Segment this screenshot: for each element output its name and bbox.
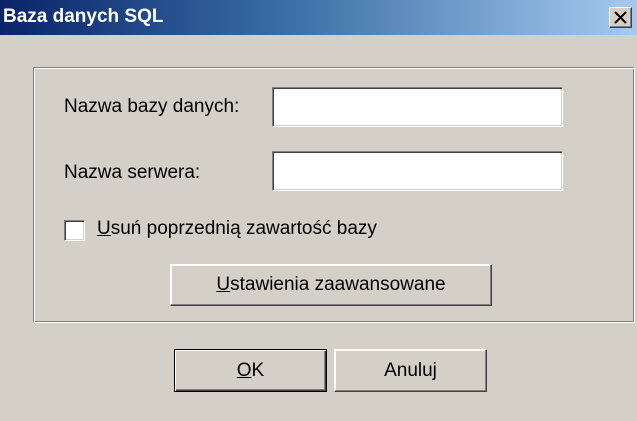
ok-button[interactable]: OK	[174, 349, 327, 392]
server-name-label: Nazwa serwera:	[64, 162, 201, 183]
cancel-button[interactable]: Anuluj	[334, 349, 487, 392]
database-name-input[interactable]	[272, 87, 563, 127]
advanced-settings-button[interactable]: Ustawienia zaawansowane	[170, 264, 492, 306]
advanced-settings-text: stawienia zaawansowane	[230, 274, 446, 295]
close-icon	[614, 11, 627, 24]
delete-previous-accel: U	[97, 218, 111, 239]
title-bar[interactable]: Baza danych SQL	[0, 0, 637, 35]
delete-previous-text: suń poprzednią zawartość bazy	[110, 218, 377, 239]
database-name-label: Nazwa bazy danych:	[64, 96, 240, 117]
ok-accel: O	[236, 360, 252, 381]
advanced-settings-label: Ustawienia zaawansowane	[216, 274, 445, 296]
cancel-label: Anuluj	[384, 360, 437, 381]
ok-label: OK	[237, 360, 264, 382]
sql-database-dialog: Baza danych SQL Nazwa bazy danych: Nazwa…	[0, 0, 637, 421]
window-title: Baza danych SQL	[3, 6, 164, 27]
delete-previous-label[interactable]: Usuń poprzednią zawartość bazy	[97, 218, 377, 240]
server-name-input[interactable]	[272, 151, 563, 191]
ok-text: K	[251, 360, 265, 381]
close-button[interactable]	[609, 7, 632, 28]
delete-previous-checkbox[interactable]	[64, 220, 85, 241]
advanced-settings-accel: U	[216, 274, 231, 295]
